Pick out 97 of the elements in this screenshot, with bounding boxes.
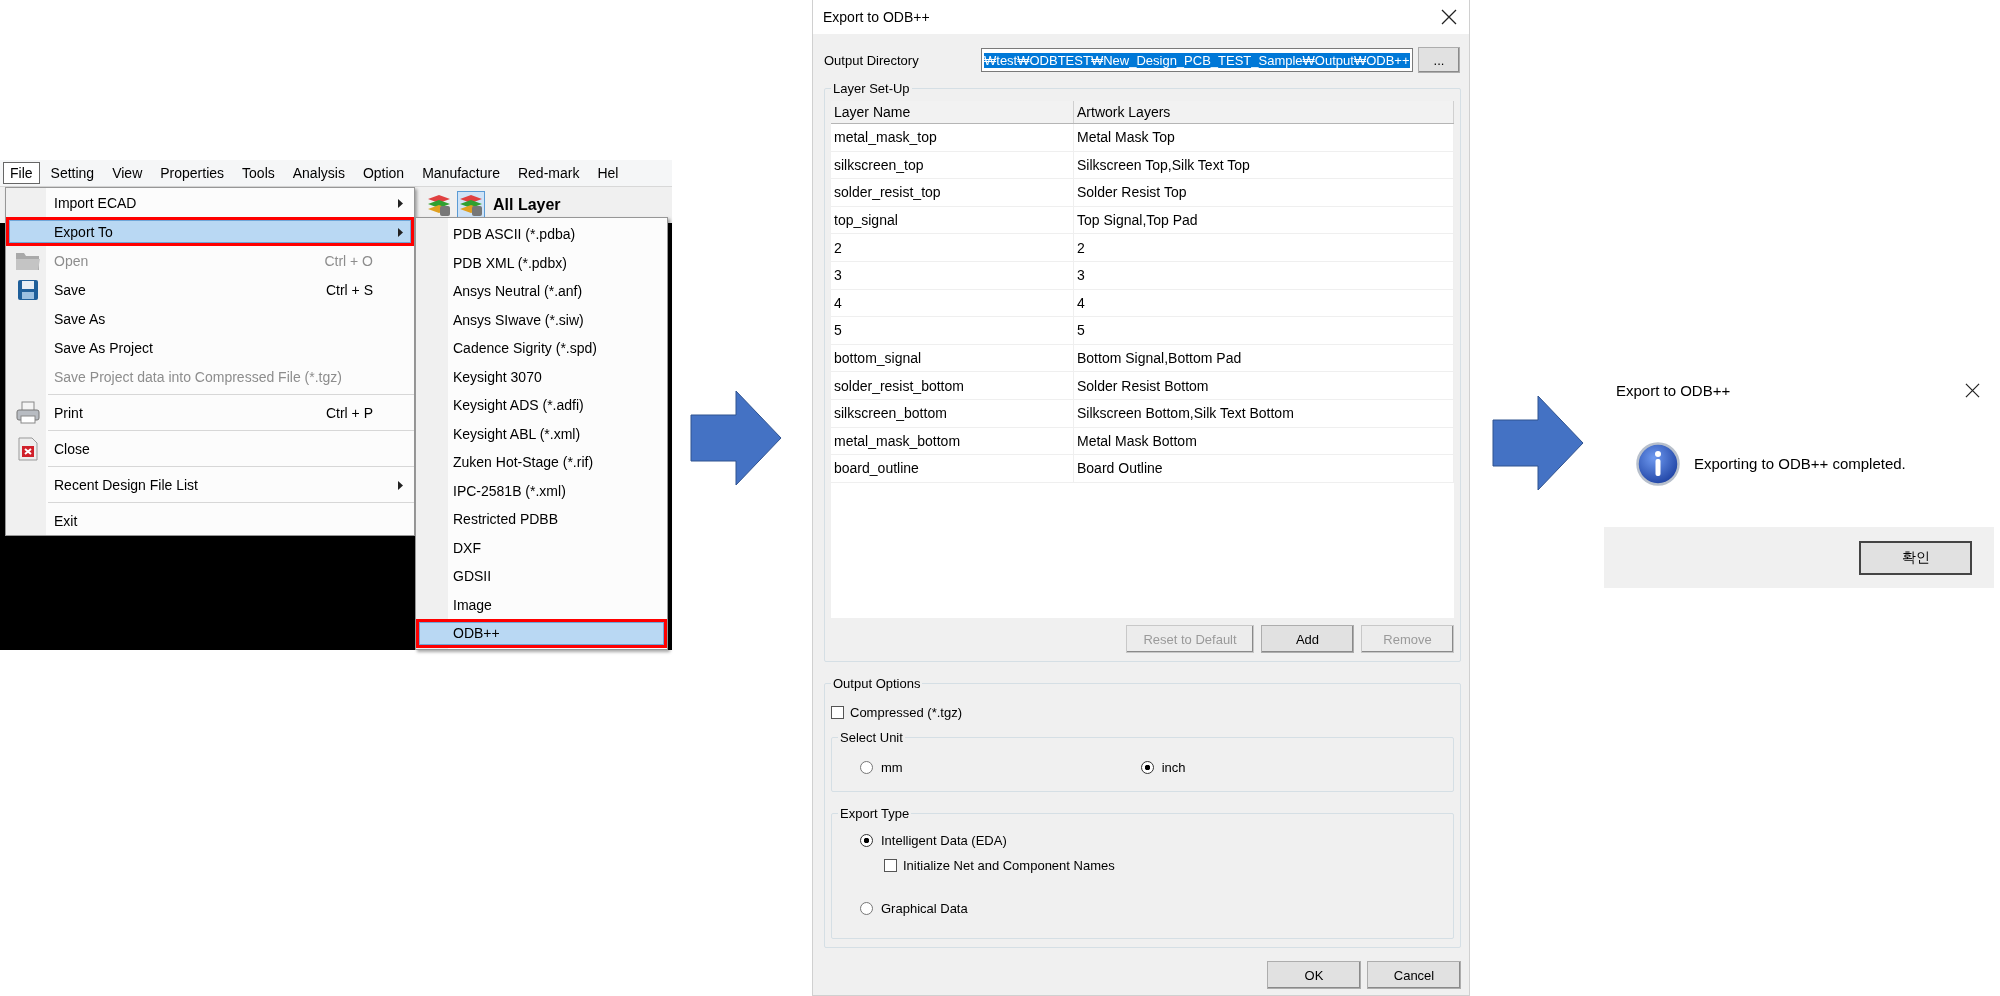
menu-bar-item[interactable]: Properties	[153, 162, 232, 184]
table-cell: Solder Resist Bottom	[1074, 372, 1454, 399]
table-cell: Silkscreen Bottom,Silk Text Bottom	[1074, 399, 1454, 427]
menu-item[interactable]: Ansys Neutral (*.anf)	[416, 277, 667, 306]
menu-item[interactable]: Import ECAD	[6, 188, 414, 217]
table-cell: Metal Mask Bottom	[1074, 427, 1454, 455]
menu-item[interactable]: ODB++	[416, 619, 667, 648]
menu-item[interactable]: Exit	[6, 506, 414, 535]
table-cell: 3	[831, 261, 1074, 289]
document-x-icon	[17, 436, 38, 461]
table-cell: 5	[831, 317, 1074, 344]
radio-circle[interactable]	[860, 902, 873, 915]
table-cell: metal_mask_top	[831, 124, 1074, 151]
table-cell: Solder Resist Top	[1074, 179, 1454, 206]
close-icon[interactable]	[1441, 9, 1457, 25]
menu-bar-item[interactable]: View	[105, 162, 150, 184]
table-cell: 4	[1074, 289, 1454, 317]
browse-button[interactable]: ...	[1418, 47, 1460, 73]
radio-circle[interactable]	[1140, 760, 1154, 774]
group-title: Output Options	[832, 676, 922, 691]
window-title: Export to ODB++	[1616, 381, 1731, 399]
table-cell: silkscreen_top	[831, 151, 1074, 179]
column-header[interactable]: Layer Name	[831, 101, 1074, 123]
menu-bar-item[interactable]: Option	[355, 162, 412, 184]
menu-item[interactable]: PDB ASCII (*.pdba)	[416, 220, 667, 249]
menu-bar-item[interactable]: Tools	[235, 162, 282, 184]
menu-bar-item[interactable]: Manufacture	[415, 162, 507, 184]
menu-item[interactable]: Save As Project	[6, 333, 414, 362]
radio-button[interactable]: mm	[860, 759, 903, 775]
table-cell: solder_resist_top	[831, 179, 1074, 206]
menu-item[interactable]: Keysight ADS (*.adfi)	[416, 391, 667, 420]
menu-item[interactable]: DXF	[416, 533, 667, 562]
menu-item[interactable]: Ansys SIwave (*.siw)	[416, 305, 667, 334]
menu-item[interactable]: Zuken Hot-Stage (*.rif)	[416, 448, 667, 477]
table-cell: 2	[831, 234, 1074, 261]
table-cell: 4	[831, 289, 1074, 317]
radio-button[interactable]: Intelligent Data (EDA)	[860, 833, 1007, 848]
column-header[interactable]: Artwork Layers	[1074, 101, 1454, 123]
table-cell: Silkscreen Top,Silk Text Top	[1074, 151, 1454, 179]
menu-item[interactable]: Print Ctrl + P	[6, 398, 414, 427]
table-cell: 5	[1074, 317, 1454, 344]
menu-item[interactable]: Save Ctrl + S	[6, 275, 414, 304]
radio-button[interactable]: inch	[1140, 759, 1186, 775]
table-cell: bottom_signal	[831, 344, 1074, 372]
menu-item[interactable]: Image	[416, 590, 667, 619]
checkbox[interactable]: Initialize Net and Component Names	[884, 858, 1115, 873]
menu-item[interactable]: GDSII	[416, 562, 667, 591]
table-cell: solder_resist_bottom	[831, 372, 1074, 399]
menu-bar-item[interactable]: Hel	[590, 162, 626, 184]
caret-icon	[398, 481, 403, 490]
menu-item[interactable]: Close	[6, 434, 414, 463]
table-cell: Top Signal,Top Pad	[1074, 206, 1454, 234]
table-cell: Bottom Signal,Bottom Pad	[1074, 344, 1454, 372]
caret-icon	[398, 199, 403, 208]
group-title: Layer Set-Up	[832, 81, 911, 96]
menu-bar-item[interactable]: Setting	[43, 162, 102, 184]
menu-bar-item[interactable]: Red-mark	[510, 162, 587, 184]
menu-item[interactable]: PDB XML (*.pdbx)	[416, 248, 667, 277]
table-cell: board_outline	[831, 455, 1074, 482]
menu-item[interactable]: Keysight 3070	[416, 362, 667, 391]
table-cell: 2	[1074, 234, 1454, 261]
table-cell: top_signal	[831, 206, 1074, 234]
menu-item[interactable]: Restricted PDBB	[416, 505, 667, 534]
printer-icon	[15, 400, 40, 425]
close-icon[interactable]	[1965, 382, 1980, 398]
dialog-button[interactable]: Cancel	[1367, 961, 1461, 989]
info-icon	[1636, 441, 1680, 486]
field-label: Output Directory	[824, 52, 920, 68]
message-text: Exporting to ODB++ completed.	[1694, 455, 1906, 472]
layers-icon[interactable]	[457, 191, 485, 219]
dialog-button[interactable]: OK	[1267, 961, 1361, 989]
flow-arrow-icon	[690, 390, 782, 486]
group-title: Export Type	[839, 806, 911, 821]
window-title: Export to ODB++	[823, 9, 930, 25]
radio-circle[interactable]	[860, 760, 873, 774]
table-cell: Board Outline	[1074, 455, 1454, 482]
menu-item[interactable]: Keysight ABL (*.xml)	[416, 419, 667, 448]
menu-item[interactable]: Cadence Sigrity (*.spd)	[416, 334, 667, 363]
checkbox[interactable]: Compressed (*.tgz)	[831, 705, 962, 720]
menu-bar-item[interactable]: Analysis	[285, 162, 352, 184]
radio-circle[interactable]	[860, 834, 873, 847]
menu-item[interactable]: Save As	[6, 304, 414, 333]
confirm-button[interactable]: 확인	[1859, 540, 1972, 575]
menu-bar-item[interactable]: File	[3, 162, 40, 184]
table-cell: silkscreen_bottom	[831, 399, 1074, 427]
caret-icon	[398, 228, 403, 237]
menu-item[interactable]: Recent Design File List	[6, 470, 414, 499]
flow-arrow-icon	[1492, 395, 1584, 491]
radio-button[interactable]: Graphical Data	[860, 901, 968, 916]
action-button[interactable]: Add	[1261, 625, 1354, 653]
table-cell: 3	[1074, 261, 1454, 289]
layer-label: All Layer	[493, 196, 561, 214]
menu-item[interactable]: Export To	[6, 217, 414, 246]
table-cell: metal_mask_bottom	[831, 427, 1074, 455]
menu-item[interactable]: IPC-2581B (*.xml)	[416, 476, 667, 505]
group-title: Select Unit	[839, 730, 904, 745]
table-cell: Metal Mask Top	[1074, 124, 1454, 151]
